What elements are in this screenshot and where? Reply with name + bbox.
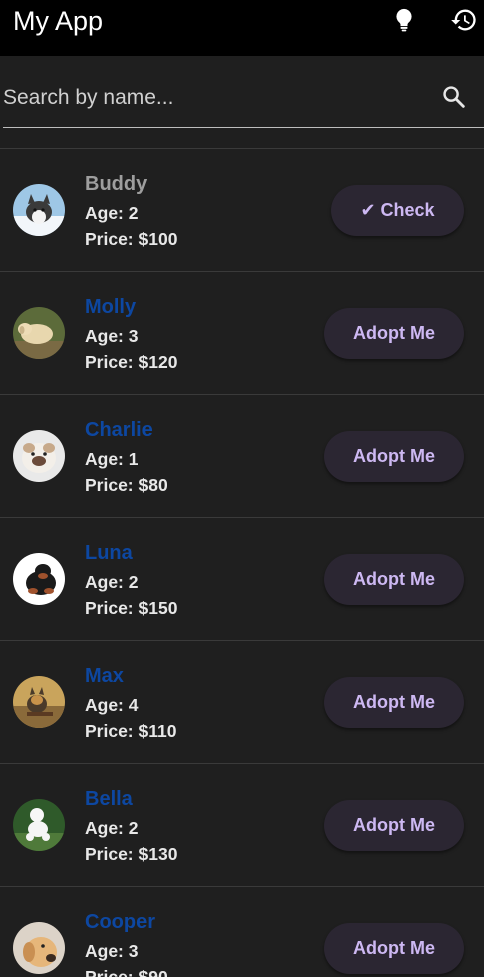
pet-name: Buddy (85, 173, 148, 195)
adopt-me-button[interactable]: Adopt Me (324, 923, 464, 974)
history-icon[interactable] (450, 6, 478, 34)
pet-age: Age: 4 (85, 695, 139, 715)
pet-avatar (13, 799, 65, 851)
pet-avatar (13, 922, 65, 974)
search-underline (3, 127, 484, 128)
pet-name: Molly (85, 296, 137, 318)
list-item: Buddy Age: 2 Price: $100 ✔ Check (0, 148, 484, 271)
search-bar (0, 56, 484, 148)
adopt-me-button[interactable]: Adopt Me (324, 677, 464, 728)
app-bar: My App (0, 0, 484, 56)
pet-name: Bella (85, 788, 133, 810)
pet-price: Price: $90 (85, 967, 168, 977)
pet-name: Charlie (85, 419, 153, 441)
search-input[interactable] (3, 80, 433, 116)
adopt-me-button[interactable]: Adopt Me (324, 554, 464, 605)
lightbulb-icon[interactable] (390, 6, 418, 34)
pet-name: Luna (85, 542, 133, 564)
adopt-me-button[interactable]: Adopt Me (324, 308, 464, 359)
list-item: Molly Age: 3 Price: $120 Adopt Me (0, 271, 484, 394)
list-item: Bella Age: 2 Price: $130 Adopt Me (0, 763, 484, 886)
search-icon[interactable] (440, 83, 468, 111)
pet-price: Price: $100 (85, 229, 178, 249)
list-item: Cooper Age: 3 Price: $90 Adopt Me (0, 886, 484, 977)
pet-avatar (13, 676, 65, 728)
adopt-me-button[interactable]: Adopt Me (324, 431, 464, 482)
pet-avatar (13, 553, 65, 605)
pet-age: Age: 3 (85, 326, 139, 346)
list-item: Charlie Age: 1 Price: $80 Adopt Me (0, 394, 484, 517)
list-item: Max Age: 4 Price: $110 Adopt Me (0, 640, 484, 763)
pet-age: Age: 1 (85, 449, 139, 469)
app-title: My App (13, 6, 104, 36)
pet-price: Price: $80 (85, 475, 168, 495)
pet-price: Price: $120 (85, 352, 178, 372)
pet-list: Buddy Age: 2 Price: $100 ✔ Check Molly A… (0, 148, 484, 977)
pet-price: Price: $110 (85, 721, 177, 741)
pet-avatar (13, 430, 65, 482)
adopt-me-button[interactable]: Adopt Me (324, 800, 464, 851)
pet-avatar (13, 307, 65, 359)
pet-price: Price: $130 (85, 844, 178, 864)
pet-age: Age: 3 (85, 941, 139, 961)
check-button[interactable]: ✔ Check (331, 185, 464, 236)
pet-age: Age: 2 (85, 818, 139, 838)
pet-age: Age: 2 (85, 572, 139, 592)
pet-price: Price: $150 (85, 598, 178, 618)
pet-name: Max (85, 665, 124, 687)
pet-age: Age: 2 (85, 203, 139, 223)
pet-name: Cooper (85, 911, 155, 933)
app-screen: My App Search by name... Buddy Age: 2 Pr… (0, 0, 484, 977)
list-item: Luna Age: 2 Price: $150 Adopt Me (0, 517, 484, 640)
pet-avatar (13, 184, 65, 236)
